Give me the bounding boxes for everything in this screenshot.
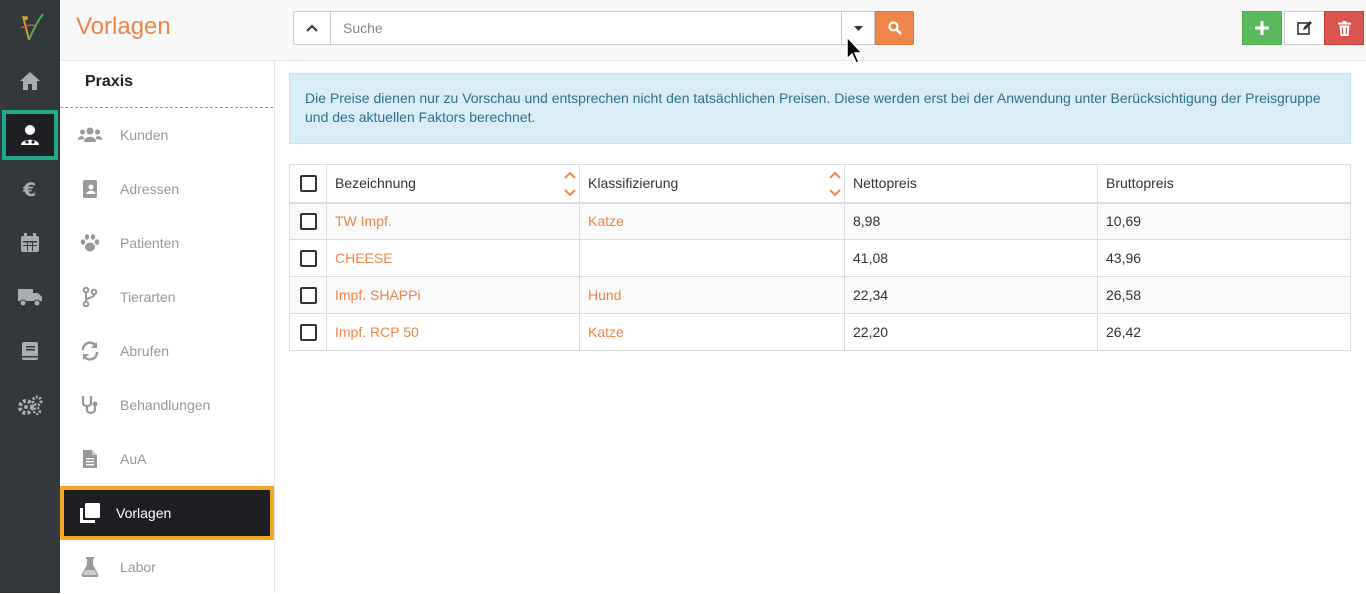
subnav-item-kunden[interactable]: Kunden xyxy=(60,108,274,162)
row-checkbox[interactable] xyxy=(299,249,317,267)
cell-nettopreis: 8,98 xyxy=(844,202,1098,240)
column-header-klassifizierung[interactable]: Klassifizierung xyxy=(579,164,845,204)
subnav-item-behandlungen[interactable]: Behandlungen xyxy=(60,378,274,432)
collapse-button[interactable] xyxy=(293,11,331,45)
subnav-title: Praxis xyxy=(60,61,273,108)
cell-klassifizierung[interactable]: Katze xyxy=(579,313,845,351)
add-button[interactable] xyxy=(1242,11,1282,45)
sort-icon[interactable] xyxy=(828,169,842,199)
home-icon[interactable] xyxy=(0,54,60,108)
users-icon xyxy=(60,127,120,143)
cell-klassifizierung[interactable] xyxy=(579,239,845,277)
edit-button[interactable] xyxy=(1284,11,1324,45)
chevron-up-icon xyxy=(306,24,318,32)
icon-rail: € xyxy=(0,0,60,593)
cell-bruttopreis: 26,58 xyxy=(1097,276,1351,314)
caret-down-icon xyxy=(853,25,863,31)
search-icon xyxy=(887,21,902,35)
cell-bezeichnung[interactable]: TW Impf. xyxy=(326,202,580,240)
plus-icon xyxy=(1255,21,1269,35)
subnav-item-labor[interactable]: Labor xyxy=(60,540,274,594)
cell-klassifizierung[interactable]: Hund xyxy=(579,276,845,314)
search-button[interactable] xyxy=(875,11,914,45)
calendar-icon[interactable] xyxy=(0,216,60,270)
user-medic-icon[interactable] xyxy=(2,110,58,160)
flask-icon xyxy=(60,557,120,577)
sub-navigation: Praxis Kunden Adressen Patienten Tierart… xyxy=(60,61,275,593)
cell-bezeichnung[interactable]: CHEESE xyxy=(326,239,580,277)
table-row[interactable]: Impf. RCP 50 Katze 22,20 26,42 xyxy=(289,313,1351,351)
book-icon[interactable] xyxy=(0,324,60,378)
sync-icon xyxy=(60,341,120,361)
cell-nettopreis: 41,08 xyxy=(844,239,1098,277)
column-header-bruttopreis[interactable]: Bruttopreis xyxy=(1097,164,1351,204)
subnav-item-tierarten[interactable]: Tierarten xyxy=(60,270,274,324)
mouse-cursor-icon xyxy=(845,35,865,70)
truck-icon[interactable] xyxy=(0,270,60,324)
svg-text:€: € xyxy=(22,179,36,199)
column-header-bezeichnung[interactable]: Bezeichnung xyxy=(326,164,580,204)
main-content: Die Preise dienen nur zu Vorschau und en… xyxy=(289,73,1351,351)
action-buttons xyxy=(1242,11,1364,45)
row-checkbox[interactable] xyxy=(299,286,317,304)
cell-nettopreis: 22,34 xyxy=(844,276,1098,314)
subnav-item-aua[interactable]: AuA xyxy=(60,432,274,486)
page-title: Vorlagen xyxy=(76,13,171,40)
table-row[interactable]: Impf. SHAPPi Hund 22,34 26,58 xyxy=(289,276,1351,314)
row-checkbox[interactable] xyxy=(299,323,317,341)
subnav-item-adressen[interactable]: Adressen xyxy=(60,162,274,216)
euro-icon[interactable]: € xyxy=(0,162,60,216)
search-input[interactable] xyxy=(331,11,842,45)
clone-icon xyxy=(64,502,116,524)
stethoscope-icon xyxy=(60,395,120,415)
edit-icon xyxy=(1296,21,1312,35)
table-row[interactable]: TW Impf. Katze 8,98 10,69 xyxy=(289,202,1351,240)
templates-table: Bezeichnung Klassifizierung Nettopreis B… xyxy=(289,164,1351,351)
cogs-icon[interactable] xyxy=(0,378,60,432)
cell-klassifizierung[interactable]: Katze xyxy=(579,202,845,240)
column-header-nettopreis[interactable]: Nettopreis xyxy=(844,164,1098,204)
app-logo[interactable] xyxy=(0,0,60,54)
trash-icon xyxy=(1337,20,1351,36)
cell-bruttopreis: 43,96 xyxy=(1097,239,1351,277)
table-header-row: Bezeichnung Klassifizierung Nettopreis B… xyxy=(289,164,1351,204)
code-branch-icon xyxy=(60,287,120,307)
select-all-checkbox[interactable] xyxy=(299,175,317,193)
subnav-item-vorlagen[interactable]: Vorlagen xyxy=(60,486,274,540)
cell-bezeichnung[interactable]: Impf. SHAPPi xyxy=(326,276,580,314)
subnav-item-abrufen[interactable]: Abrufen xyxy=(60,324,274,378)
delete-button[interactable] xyxy=(1324,11,1364,45)
info-alert: Die Preise dienen nur zu Vorschau und en… xyxy=(289,73,1351,144)
select-all-cell xyxy=(289,164,327,204)
cell-nettopreis: 22,20 xyxy=(844,313,1098,351)
cell-bruttopreis: 10,69 xyxy=(1097,202,1351,240)
subnav-item-patienten[interactable]: Patienten xyxy=(60,216,274,270)
cell-bezeichnung[interactable]: Impf. RCP 50 xyxy=(326,313,580,351)
sort-icon[interactable] xyxy=(563,169,577,199)
file-icon xyxy=(60,449,120,469)
cell-bruttopreis: 26,42 xyxy=(1097,313,1351,351)
top-header: Vorlagen xyxy=(60,0,1366,61)
search-bar xyxy=(293,11,914,45)
paw-icon xyxy=(60,234,120,252)
table-row[interactable]: CHEESE 41,08 43,96 xyxy=(289,239,1351,277)
address-card-icon xyxy=(60,179,120,199)
row-checkbox[interactable] xyxy=(299,213,317,231)
